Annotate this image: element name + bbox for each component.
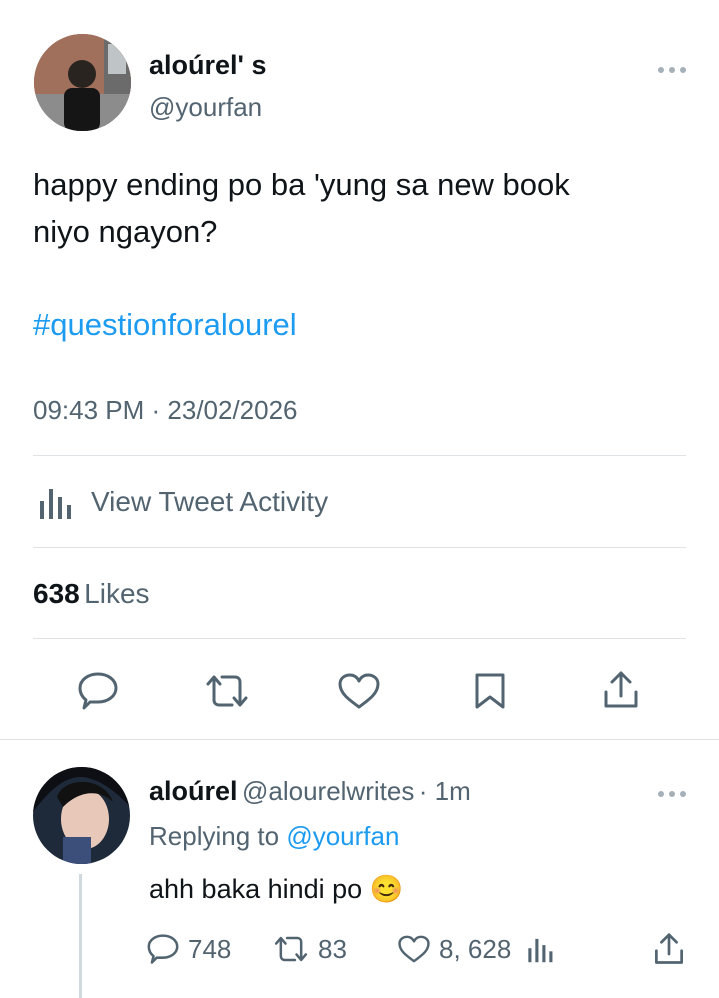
reply-author-avatar[interactable] bbox=[33, 767, 130, 864]
reply-text-body: ahh baka hindi po bbox=[149, 874, 363, 904]
likes-label: Likes bbox=[84, 578, 150, 609]
tweet-text-line-1: happy ending po ba 'yung sa new book bbox=[33, 167, 570, 202]
reply-time: · 1m bbox=[418, 776, 471, 806]
divider bbox=[33, 638, 686, 639]
like-icon[interactable] bbox=[338, 673, 380, 709]
like-icon[interactable] bbox=[398, 935, 430, 968]
analytics-icon[interactable] bbox=[526, 935, 554, 968]
replying-to-prefix: Replying to bbox=[149, 821, 280, 851]
reply-author-name[interactable]: aloúrel bbox=[149, 776, 238, 806]
thread-line bbox=[79, 874, 82, 998]
retweet-icon[interactable] bbox=[273, 935, 309, 968]
reply-author-handle[interactable]: @alourelwrites bbox=[242, 776, 414, 806]
smiling-emoji-icon: 😊 bbox=[369, 874, 404, 904]
divider bbox=[33, 455, 686, 456]
share-icon[interactable] bbox=[602, 670, 640, 710]
replying-to: Replying to @yourfan bbox=[149, 821, 399, 852]
likes-stat[interactable]: 638 Likes bbox=[33, 578, 150, 610]
divider bbox=[33, 547, 686, 548]
view-tweet-activity-label: View Tweet Activity bbox=[91, 486, 329, 517]
retweet-count: 83 bbox=[318, 934, 347, 964]
retweet-icon[interactable] bbox=[204, 674, 250, 708]
view-tweet-activity-button[interactable]: View Tweet Activity bbox=[33, 478, 686, 526]
like-count: 8, 628 bbox=[439, 934, 512, 964]
author-avatar[interactable] bbox=[34, 34, 131, 131]
author-handle[interactable]: @yourfan bbox=[149, 92, 262, 123]
tweet-text-line-2: niyo ngayon? bbox=[33, 214, 218, 249]
tweet-timestamp[interactable]: 09:43 PM · 23/02/2026 bbox=[33, 395, 298, 426]
analytics-icon bbox=[37, 485, 73, 524]
replying-to-handle[interactable]: @yourfan bbox=[286, 821, 399, 851]
reply-text: ahh baka hindi po 😊 bbox=[149, 873, 403, 905]
share-icon[interactable] bbox=[653, 932, 685, 971]
reply-icon[interactable] bbox=[147, 934, 179, 969]
divider bbox=[0, 739, 719, 740]
reply-icon[interactable] bbox=[78, 672, 118, 710]
reply-header: aloúrel @alourelwrites · 1m bbox=[149, 776, 471, 807]
hashtag-link[interactable]: #questionforalourel bbox=[33, 305, 297, 345]
reply-count: 748 bbox=[188, 934, 232, 964]
more-dots-icon[interactable] bbox=[657, 786, 687, 804]
likes-count: 638 bbox=[33, 578, 80, 609]
bookmark-icon[interactable] bbox=[474, 672, 506, 710]
more-dots-icon[interactable] bbox=[657, 62, 687, 80]
author-display-name[interactable]: aloúrel' s bbox=[149, 50, 266, 81]
